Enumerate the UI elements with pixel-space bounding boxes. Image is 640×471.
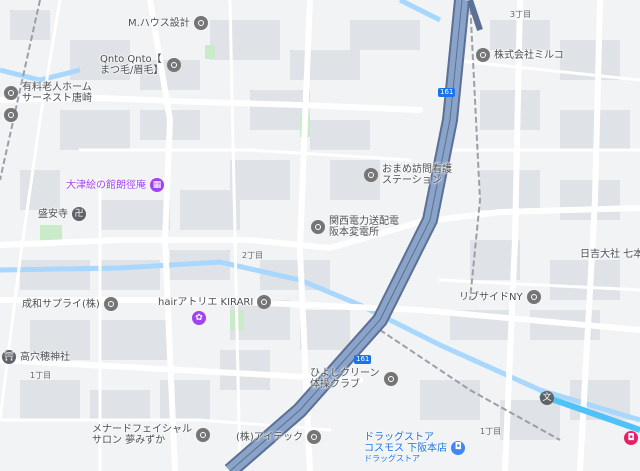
poi-label: サロン 夢みずか <box>92 435 166 446</box>
poi-nursing-home[interactable]: 有料老人ホーム サーネスト唐崎 <box>4 82 92 104</box>
poi-hair-kirari[interactable]: hairアトリエ KIRARI <box>158 295 272 309</box>
circle-pin-icon <box>476 48 490 62</box>
circle-pin-icon <box>4 108 18 122</box>
poi-omame[interactable]: おまめ訪問看護 ステーション <box>364 164 452 186</box>
poi-shop-edge[interactable]: ◘ <box>624 431 638 445</box>
poi-hiyoshi-taisha[interactable]: 日吉大社 七本柳 <box>580 249 640 260</box>
area-label: 3丁目 <box>510 10 532 19</box>
poi-label: Qnto Qnto【 <box>100 54 162 65</box>
poi-label: 株式会社ミルコ <box>494 49 564 61</box>
poi-qnto[interactable]: Qnto Qnto【 まつ毛/眉毛】 <box>100 54 182 76</box>
poi-kepco-substation[interactable]: 関西電力送配電 阪本変電所 <box>311 216 399 238</box>
poi-label: ドラッグストア <box>364 454 420 463</box>
poi-menard-salon[interactable]: メナードフェイシャル サロン 夢みずか <box>92 424 210 446</box>
poi-riverside-ny[interactable]: リブサイドNY <box>459 290 541 304</box>
poi-label: ステーション <box>382 175 442 186</box>
circle-pin-icon <box>4 86 18 100</box>
shrine-icon: ⛩ <box>2 350 16 364</box>
flower-icon: ✿ <box>192 311 206 325</box>
circle-pin-icon <box>257 295 272 309</box>
poi-aitec[interactable]: (株)アイテック <box>236 430 322 444</box>
circle-pin-icon <box>311 220 325 234</box>
area-label: 2丁目 <box>242 251 264 260</box>
poi-label: 大津絵の館朗徑庵 <box>66 179 146 191</box>
poi-label: 有料老人ホーム <box>22 82 92 93</box>
map-canvas[interactable]: 3丁目 2丁目 1丁目 1丁目 161 161 M.ハウス設計 Qnto Qnt… <box>0 0 640 471</box>
poi-label: メナードフェイシャル <box>92 424 192 435</box>
manji-icon: 卍 <box>72 207 86 221</box>
poi-seian-temple[interactable]: 盛安寺 卍 <box>38 207 86 221</box>
poi-label: 盛安寺 <box>38 208 68 220</box>
circle-pin-icon <box>193 16 208 30</box>
poi-label: 高穴穂神社 <box>20 351 70 363</box>
poi-hiyoshi-clean[interactable]: ひよしクリーン 体操クラブ <box>310 368 398 390</box>
poi-m-house[interactable]: M.ハウス設計 <box>128 16 208 30</box>
poi-otsue-museum[interactable]: 大津絵の館朗徑庵 ▦ <box>66 178 164 192</box>
route-shield: 161 <box>354 355 372 364</box>
poi-label: 日吉大社 七本柳 <box>580 249 640 260</box>
circle-pin-icon <box>364 168 378 182</box>
shopping-bag-icon: ◘ <box>624 431 638 445</box>
poi-school[interactable]: 文 <box>540 391 554 405</box>
route-shield: 161 <box>438 88 456 97</box>
poi-marker-edge[interactable] <box>4 108 18 122</box>
poi-hair-kirari-marker[interactable]: ✿ <box>192 311 206 325</box>
museum-icon: ▦ <box>150 178 164 192</box>
poi-label: 阪本変電所 <box>329 227 379 238</box>
shopping-bag-icon: ◘ <box>451 440 466 455</box>
circle-pin-icon <box>167 58 182 72</box>
poi-label: 関西電力送配電 <box>329 216 399 227</box>
poi-drugstore-cosmos[interactable]: ドラッグストア コスモス 下阪本店 ドラッグストア ◘ <box>364 432 466 463</box>
poi-label: M.ハウス設計 <box>128 17 190 29</box>
poi-label: コスモス 下阪本店 <box>364 443 448 454</box>
poi-label: サーネスト唐崎 <box>22 93 92 104</box>
poi-label: ドラッグストア <box>364 432 434 443</box>
poi-label: ひよしクリーン <box>310 368 380 379</box>
poi-seiwa-supply[interactable]: 成和サプライ(株) <box>22 297 118 311</box>
circle-pin-icon <box>103 297 118 311</box>
school-icon: 文 <box>540 391 554 405</box>
poi-label: おまめ訪問看護 <box>382 164 452 175</box>
circle-pin-icon <box>307 430 322 444</box>
poi-milco[interactable]: 株式会社ミルコ <box>476 48 564 62</box>
poi-label: (株)アイテック <box>236 431 304 443</box>
area-label: 1丁目 <box>30 371 52 380</box>
poi-takaanaho-shrine[interactable]: ⛩ 高穴穂神社 <box>2 350 70 364</box>
area-label: 1丁目 <box>480 427 502 436</box>
poi-label: 成和サプライ(株) <box>22 298 100 310</box>
poi-label: まつ毛/眉毛】 <box>100 65 164 76</box>
circle-pin-icon <box>383 372 398 386</box>
poi-label: hairアトリエ KIRARI <box>158 296 254 308</box>
poi-label: リブサイドNY <box>459 291 523 303</box>
circle-pin-icon <box>526 290 541 304</box>
circle-pin-icon <box>196 428 210 442</box>
poi-label: 体操クラブ <box>310 379 360 390</box>
